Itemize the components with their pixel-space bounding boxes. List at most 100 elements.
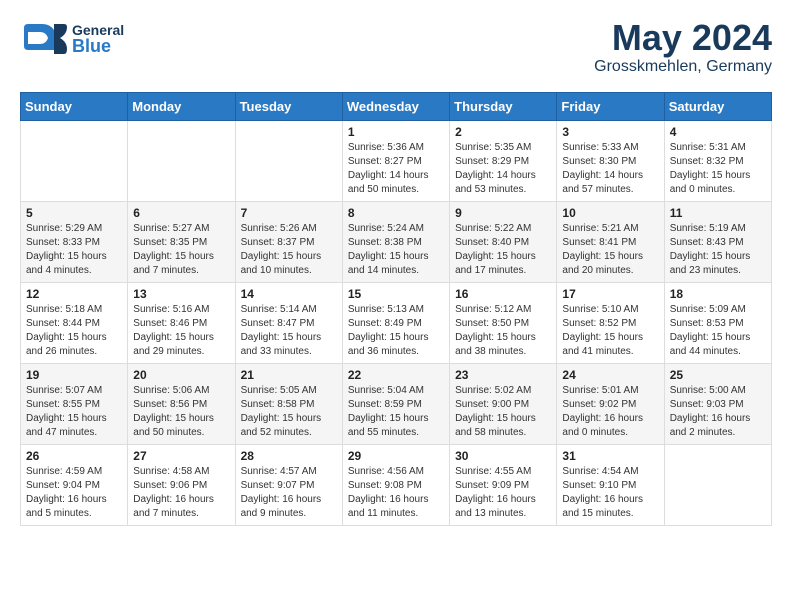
day-number: 3 <box>562 125 658 139</box>
day-info: Sunrise: 4:55 AM Sunset: 9:09 PM Dayligh… <box>455 465 551 521</box>
calendar-week-row: 1 Sunrise: 5:36 AM Sunset: 8:27 PM Daylig… <box>21 121 772 202</box>
day-info: Sunrise: 5:18 AM Sunset: 8:44 PM Dayligh… <box>26 303 122 359</box>
day-number: 13 <box>133 287 229 301</box>
day-number: 18 <box>670 287 766 301</box>
calendar-week-row: 26Sunrise: 4:59 AM Sunset: 9:04 PM Dayli… <box>21 445 772 526</box>
day-info: Sunrise: 5:06 AM Sunset: 8:56 PM Dayligh… <box>133 384 229 440</box>
calendar-cell: 20 Sunrise: 5:06 AM Sunset: 8:56 PM Dayli… <box>128 364 235 445</box>
day-number: 19 <box>26 368 122 382</box>
day-info: Sunrise: 4:58 AM Sunset: 9:06 PM Dayligh… <box>133 465 229 521</box>
day-info: Sunrise: 5:13 AM Sunset: 8:49 PM Dayligh… <box>348 303 444 359</box>
calendar-cell: 10Sunrise: 5:21 AM Sunset: 8:41 PM Dayli… <box>557 202 664 283</box>
calendar-cell: 31 Sunrise: 4:54 AM Sunset: 9:10 PM Dayli… <box>557 445 664 526</box>
day-info: Sunrise: 5:00 AM Sunset: 9:03 PM Dayligh… <box>670 384 766 440</box>
calendar-cell: 19 Sunrise: 5:07 AM Sunset: 8:55 PM Dayli… <box>21 364 128 445</box>
day-info: Sunrise: 5:14 AM Sunset: 8:47 PM Dayligh… <box>241 303 337 359</box>
day-number: 6 <box>133 206 229 220</box>
calendar-cell: 12 Sunrise: 5:18 AM Sunset: 8:44 PM Dayli… <box>21 283 128 364</box>
day-number: 17 <box>562 287 658 301</box>
calendar-cell: 22 Sunrise: 5:04 AM Sunset: 8:59 PM Dayli… <box>342 364 449 445</box>
day-info: Sunrise: 5:22 AM Sunset: 8:40 PM Dayligh… <box>455 222 551 278</box>
calendar-week-row: 19 Sunrise: 5:07 AM Sunset: 8:55 PM Dayli… <box>21 364 772 445</box>
calendar-cell <box>235 121 342 202</box>
weekday-header: Thursday <box>450 93 557 121</box>
day-info: Sunrise: 5:12 AM Sunset: 8:50 PM Dayligh… <box>455 303 551 359</box>
day-number: 7 <box>241 206 337 220</box>
calendar-cell: 17 Sunrise: 5:10 AM Sunset: 8:52 PM Dayli… <box>557 283 664 364</box>
weekday-header: Monday <box>128 93 235 121</box>
weekday-header: Friday <box>557 93 664 121</box>
calendar-cell: 25Sunrise: 5:00 AM Sunset: 9:03 PM Dayli… <box>664 364 771 445</box>
page-header: General Blue May 2024 Grosskmehlen, Germ… <box>20 20 772 76</box>
calendar-cell: 16 Sunrise: 5:12 AM Sunset: 8:50 PM Dayli… <box>450 283 557 364</box>
calendar-cell: 15 Sunrise: 5:13 AM Sunset: 8:49 PM Dayli… <box>342 283 449 364</box>
calendar-cell <box>664 445 771 526</box>
calendar-cell: 21 Sunrise: 5:05 AM Sunset: 8:58 PM Dayli… <box>235 364 342 445</box>
logo: General Blue <box>20 20 124 58</box>
day-number: 15 <box>348 287 444 301</box>
day-info: Sunrise: 5:16 AM Sunset: 8:46 PM Dayligh… <box>133 303 229 359</box>
calendar-header-row: SundayMondayTuesdayWednesdayThursdayFrid… <box>21 93 772 121</box>
day-number: 9 <box>455 206 551 220</box>
calendar-cell: 29 Sunrise: 4:56 AM Sunset: 9:08 PM Dayli… <box>342 445 449 526</box>
day-number: 27 <box>133 449 229 463</box>
weekday-header: Tuesday <box>235 93 342 121</box>
day-number: 22 <box>348 368 444 382</box>
calendar-cell <box>21 121 128 202</box>
calendar-cell: 18 Sunrise: 5:09 AM Sunset: 8:53 PM Dayli… <box>664 283 771 364</box>
day-info: Sunrise: 5:07 AM Sunset: 8:55 PM Dayligh… <box>26 384 122 440</box>
calendar-cell: 1 Sunrise: 5:36 AM Sunset: 8:27 PM Daylig… <box>342 121 449 202</box>
day-number: 8 <box>348 206 444 220</box>
day-info: Sunrise: 5:01 AM Sunset: 9:02 PM Dayligh… <box>562 384 658 440</box>
day-number: 29 <box>348 449 444 463</box>
calendar-cell: 5Sunrise: 5:29 AM Sunset: 8:33 PM Daylig… <box>21 202 128 283</box>
day-number: 11 <box>670 206 766 220</box>
calendar-cell: 23Sunrise: 5:02 AM Sunset: 9:00 PM Dayli… <box>450 364 557 445</box>
day-info: Sunrise: 5:26 AM Sunset: 8:37 PM Dayligh… <box>241 222 337 278</box>
calendar-cell <box>128 121 235 202</box>
weekday-header: Saturday <box>664 93 771 121</box>
day-number: 1 <box>348 125 444 139</box>
logo-icon <box>20 20 68 58</box>
day-info: Sunrise: 5:10 AM Sunset: 8:52 PM Dayligh… <box>562 303 658 359</box>
calendar-cell: 27 Sunrise: 4:58 AM Sunset: 9:06 PM Dayli… <box>128 445 235 526</box>
day-info: Sunrise: 4:56 AM Sunset: 9:08 PM Dayligh… <box>348 465 444 521</box>
day-number: 4 <box>670 125 766 139</box>
day-info: Sunrise: 5:31 AM Sunset: 8:32 PM Dayligh… <box>670 141 766 197</box>
calendar-table: SundayMondayTuesdayWednesdayThursdayFrid… <box>20 92 772 526</box>
calendar-cell: 26Sunrise: 4:59 AM Sunset: 9:04 PM Dayli… <box>21 445 128 526</box>
day-number: 24 <box>562 368 658 382</box>
day-number: 12 <box>26 287 122 301</box>
day-info: Sunrise: 4:59 AM Sunset: 9:04 PM Dayligh… <box>26 465 122 521</box>
logo-text: General Blue <box>72 23 124 55</box>
day-number: 21 <box>241 368 337 382</box>
day-info: Sunrise: 5:09 AM Sunset: 8:53 PM Dayligh… <box>670 303 766 359</box>
logo-blue-text: Blue <box>72 37 124 55</box>
day-number: 28 <box>241 449 337 463</box>
calendar-cell: 28 Sunrise: 4:57 AM Sunset: 9:07 PM Dayli… <box>235 445 342 526</box>
day-number: 14 <box>241 287 337 301</box>
calendar-cell: 8Sunrise: 5:24 AM Sunset: 8:38 PM Daylig… <box>342 202 449 283</box>
calendar-cell: 9 Sunrise: 5:22 AM Sunset: 8:40 PM Daylig… <box>450 202 557 283</box>
location-title: Grosskmehlen, Germany <box>594 58 772 76</box>
calendar-cell: 4 Sunrise: 5:31 AM Sunset: 8:32 PM Daylig… <box>664 121 771 202</box>
day-info: Sunrise: 4:54 AM Sunset: 9:10 PM Dayligh… <box>562 465 658 521</box>
calendar-cell: 3 Sunrise: 5:33 AM Sunset: 8:30 PM Daylig… <box>557 121 664 202</box>
day-info: Sunrise: 5:27 AM Sunset: 8:35 PM Dayligh… <box>133 222 229 278</box>
day-number: 31 <box>562 449 658 463</box>
day-number: 16 <box>455 287 551 301</box>
day-number: 20 <box>133 368 229 382</box>
day-info: Sunrise: 5:04 AM Sunset: 8:59 PM Dayligh… <box>348 384 444 440</box>
day-info: Sunrise: 5:29 AM Sunset: 8:33 PM Dayligh… <box>26 222 122 278</box>
logo-general-text: General <box>72 23 124 37</box>
day-info: Sunrise: 5:05 AM Sunset: 8:58 PM Dayligh… <box>241 384 337 440</box>
calendar-week-row: 5Sunrise: 5:29 AM Sunset: 8:33 PM Daylig… <box>21 202 772 283</box>
calendar-cell: 6 Sunrise: 5:27 AM Sunset: 8:35 PM Daylig… <box>128 202 235 283</box>
day-info: Sunrise: 5:33 AM Sunset: 8:30 PM Dayligh… <box>562 141 658 197</box>
weekday-header: Sunday <box>21 93 128 121</box>
calendar-cell: 14 Sunrise: 5:14 AM Sunset: 8:47 PM Dayli… <box>235 283 342 364</box>
title-area: May 2024 Grosskmehlen, Germany <box>594 20 772 76</box>
day-info: Sunrise: 5:36 AM Sunset: 8:27 PM Dayligh… <box>348 141 444 197</box>
calendar-cell: 13 Sunrise: 5:16 AM Sunset: 8:46 PM Dayli… <box>128 283 235 364</box>
day-info: Sunrise: 4:57 AM Sunset: 9:07 PM Dayligh… <box>241 465 337 521</box>
